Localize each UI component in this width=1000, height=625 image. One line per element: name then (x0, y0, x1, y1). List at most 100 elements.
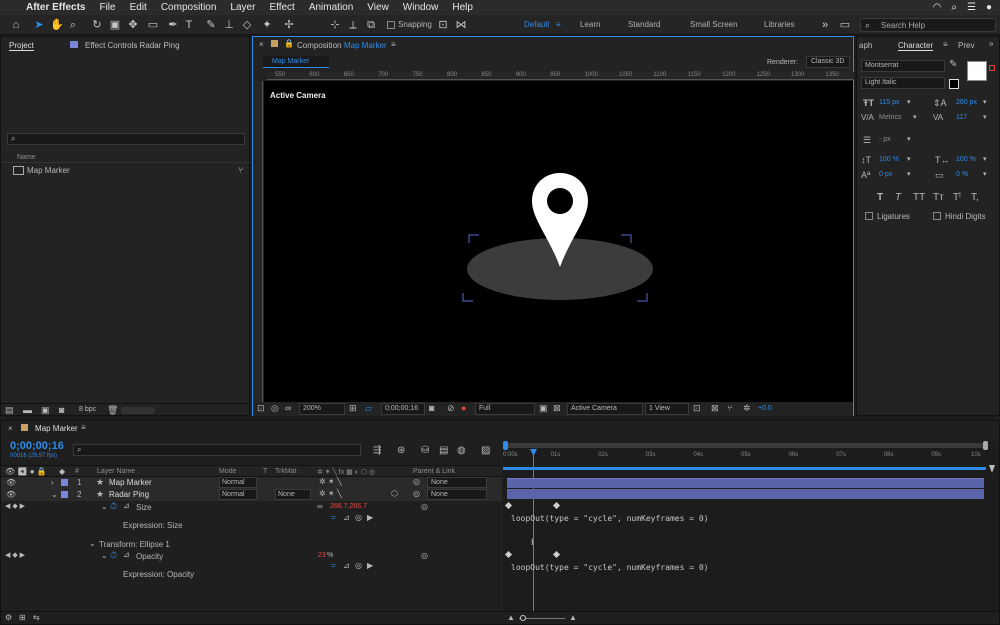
hindi-digits-checkbox[interactable] (933, 212, 941, 220)
modes-pane-icon[interactable]: ⊞ (19, 613, 26, 622)
current-time-field[interactable]: 0;00;00;16 (381, 403, 425, 415)
spotlight-icon[interactable]: ⌕ (951, 2, 957, 13)
small-caps-icon[interactable]: Tт (933, 192, 944, 203)
baseline-shift-dropdown-icon[interactable]: ▾ (907, 170, 911, 178)
fill-color-swatch[interactable] (967, 61, 987, 81)
interpret-footage-icon[interactable]: ▤ (5, 405, 14, 416)
vertical-scale-dropdown-icon[interactable]: ▾ (907, 155, 911, 163)
pick-whip-icon[interactable]: ◎ (421, 502, 428, 511)
layer-switches-icons[interactable]: ✲ ✶ ╲ (319, 477, 342, 486)
bit-depth-label[interactable]: 8 bpc (79, 406, 96, 413)
panel-menu-icon[interactable]: ≡ (391, 40, 396, 49)
close-icon[interactable]: × (8, 424, 13, 433)
draft-3d-icon[interactable]: ⊠ (711, 403, 719, 414)
font-size-dropdown-icon[interactable]: ▾ (907, 98, 911, 106)
tracking-value[interactable]: 117 (956, 114, 967, 121)
stroke-width-value[interactable]: - px (879, 136, 891, 143)
in-out-pane-icon[interactable]: ⇆ (33, 613, 40, 622)
new-folder-icon[interactable]: ▬ (23, 405, 32, 415)
all-caps-icon[interactable]: TT (913, 192, 925, 203)
comp-mini-flowchart-icon[interactable]: ⇶ (373, 445, 381, 456)
pen-tool-icon[interactable]: ✒ (166, 18, 180, 32)
panel-menu-icon[interactable]: ≡ (81, 423, 86, 432)
stroke-color-swatch[interactable] (949, 79, 959, 89)
menu-view[interactable]: View (367, 2, 389, 13)
expression-row[interactable]: Expression: Size (1, 520, 502, 532)
workspace-default[interactable]: Default (524, 20, 549, 29)
workspace-small-screen[interactable]: Small Screen (690, 20, 738, 29)
expression-row[interactable]: Expression: Opacity (1, 569, 502, 581)
menu-help[interactable]: Help (452, 2, 473, 13)
rotate-tool-icon[interactable]: ↻ (90, 18, 104, 32)
flowchart-icon[interactable]: ⑂ (727, 403, 732, 413)
ligatures-checkbox[interactable] (865, 212, 873, 220)
always-preview-icon[interactable]: ⊡ (257, 403, 265, 414)
workspace-libraries[interactable]: Libraries (764, 20, 795, 29)
collapse-arrow-icon[interactable]: ⌄ (89, 539, 96, 548)
pan-behind-tool-icon[interactable]: ✥ (126, 18, 140, 32)
blend-mode-selector[interactable]: Normal (219, 477, 257, 488)
frame-blending-icon[interactable]: ▤ (439, 445, 448, 456)
snapping-checkbox[interactable] (387, 21, 395, 29)
app-menu[interactable]: After Effects (26, 2, 85, 13)
layer-bar-radar-ping[interactable] (507, 489, 984, 499)
collapse-arrow-icon[interactable]: ⌄ (101, 551, 108, 560)
comp-tab-name[interactable]: Map Marker (344, 41, 387, 50)
graph-icon[interactable]: ⊿ (123, 501, 130, 510)
project-search-input[interactable]: ⌕ (7, 133, 245, 145)
camera-selector[interactable]: Active Camera (567, 403, 643, 415)
view-axis-icon[interactable]: ⧉ (364, 18, 378, 32)
time-zoom-handle[interactable] (520, 615, 526, 621)
lock-icon[interactable]: 🔒 (284, 39, 294, 48)
keyframe[interactable] (552, 501, 561, 510)
tsume-value[interactable]: 0 % (956, 171, 968, 178)
control-center-icon[interactable]: ☰ (967, 2, 976, 13)
menu-effect[interactable]: Effect (269, 2, 294, 13)
name-column-header[interactable]: Name (17, 154, 36, 161)
camera-tool-icon[interactable]: ▣ (108, 18, 122, 32)
tab-preview[interactable]: Prev (958, 41, 974, 50)
graph-editor-icon[interactable]: ▨ (481, 445, 490, 456)
zoom-tool-icon[interactable]: ⌕ (66, 18, 80, 32)
label-color-swatch[interactable] (61, 479, 68, 486)
thumbnail-scroll[interactable] (121, 407, 155, 414)
layer-bar-map-marker[interactable] (507, 478, 984, 488)
local-axis-icon[interactable]: ⊹ (328, 18, 342, 32)
world-axis-icon[interactable]: ⟂ (346, 18, 360, 32)
project-item[interactable]: Map Marker ⑂ (1, 165, 251, 177)
more-panels-icon[interactable]: » (989, 39, 993, 48)
reset-exposure-icon[interactable]: ✲ (743, 403, 751, 414)
stopwatch-icon[interactable]: ⏱ (110, 550, 117, 561)
font-style-selector[interactable]: Light Italic (861, 77, 945, 89)
toggle-transparency-icon[interactable]: ▣ (539, 403, 548, 414)
mask-visibility-icon[interactable]: ∞ (285, 403, 291, 413)
menu-window[interactable]: Window (403, 2, 439, 13)
tab-graph[interactable]: aph (859, 41, 872, 50)
timecode-display[interactable]: 0;00;00;16 (10, 440, 64, 452)
subscript-icon[interactable]: T, (971, 192, 979, 203)
track-matte-selector[interactable]: None (275, 489, 311, 500)
home-icon[interactable]: ⌂ (9, 18, 23, 32)
keyframe[interactable] (552, 550, 561, 559)
workspace-learn[interactable]: Learn (580, 20, 600, 29)
label-color-swatch[interactable] (61, 491, 68, 498)
horizontal-scale-value[interactable]: 100 % (956, 156, 976, 163)
motion-blur-icon[interactable]: ◍ (457, 445, 466, 456)
flowchart-icon[interactable]: ⑂ (238, 165, 243, 175)
snap-features-icon[interactable]: ⋈ (454, 18, 468, 32)
faux-bold-icon[interactable]: T (877, 192, 883, 203)
toggle-pixel-aspect-icon[interactable]: ⊡ (693, 403, 701, 414)
keyframe[interactable] (504, 550, 513, 559)
expand-arrow-icon[interactable]: › (51, 478, 54, 487)
leading-value[interactable]: 260 px (956, 99, 977, 106)
trash-icon[interactable]: 🗑 (107, 405, 118, 416)
map-marker-artwork[interactable] (459, 173, 659, 308)
eraser-tool-icon[interactable]: ◇ (240, 18, 254, 32)
workspace-standard[interactable]: Standard (628, 20, 660, 29)
timeline-search-input[interactable]: ⌕ (73, 444, 361, 456)
parent-selector[interactable]: None (427, 477, 487, 488)
layer-name[interactable]: Radar Ping (109, 490, 149, 499)
font-size-value[interactable]: 115 px (879, 99, 900, 106)
snapshot-icon[interactable]: ◙ (429, 403, 434, 413)
user-icon[interactable]: ● (986, 2, 992, 13)
